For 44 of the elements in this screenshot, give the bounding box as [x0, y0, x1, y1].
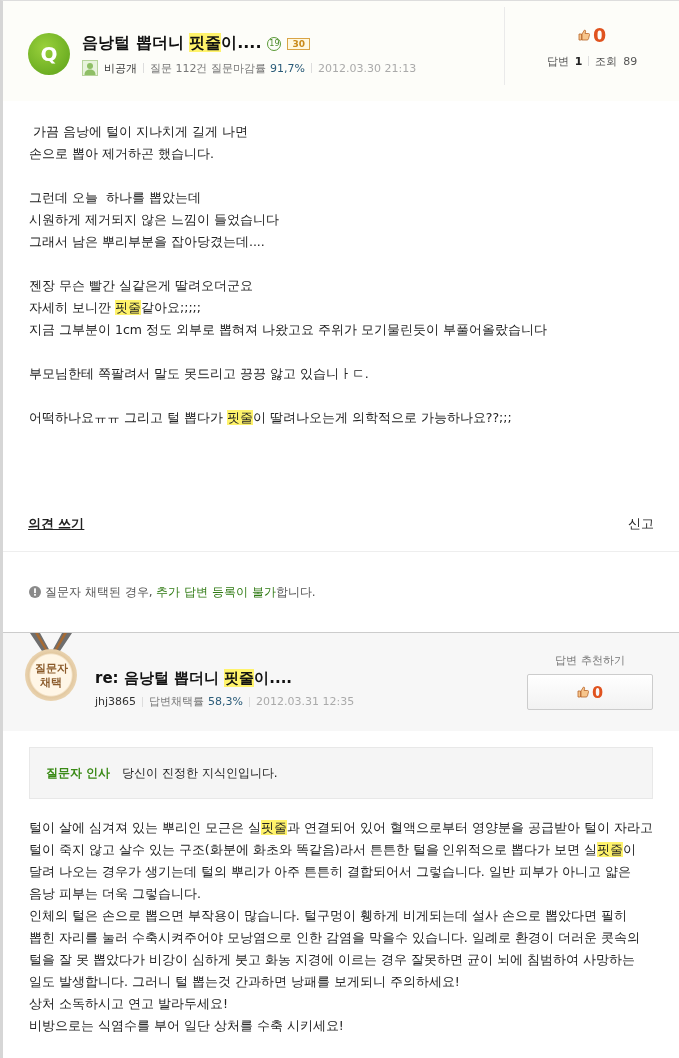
greeting-label: 질문자 인사	[46, 764, 111, 782]
medal-text: 채택	[40, 675, 62, 689]
answer-paragraph: 털이 살에 심겨져 있는 뿌리인 모근은 실 핏줄과 연결되어 있어 혈액으로부터 영양분을 공급받아 털이 자라고 털이 죽지 않고 살수 있는 구조(화분에 화초와 똑같음)라서 튼튼한 털을 인위적으로 뽑다가 보면 실 핏줄이 달려 나오는 경우가 생기는데 털의 뿌리가 아주 튼튼히 결합되어서 그렇습니다. 일반 피부가 아니고 얇은 음낭 피부는 더욱 그렇습니다.	[29, 819, 653, 903]
question-badge-icon: Q	[28, 33, 70, 75]
author-name: 비공개	[104, 60, 137, 76]
greeting-text: 당신이 진정한 지식인입니다.	[122, 764, 278, 782]
answer-rate-label: 답변채택률	[149, 694, 205, 709]
points-badge: 30	[287, 37, 310, 50]
answers-label: 답변	[546, 53, 569, 69]
question-text-line: 자세히 보니깐 핏줄같아요;;;;;	[29, 299, 202, 317]
thumbs-up-icon	[577, 28, 590, 41]
question-text-line: 부모님한테 쪽팔려서 말도 못드리고 끙끙 앓고 있습니ㅏㄷ.	[29, 365, 370, 383]
close-rate: 91,7%	[270, 61, 305, 75]
answer-paragraph: 상처 소독하시고 연고 발라두세요!	[29, 995, 229, 1013]
answer-paragraph: 인체의 털은 손으로 뽑으면 부작용이 많습니다. 털구멍이 휑하게 비게되는데 설사 손으로 뽑았다면 필히 뽑힌 자리를 눌러 수축시켜주어야 모낭염으로 인한 감염을 막을수 있습니다. 일례로 환경이 더러운 콧속의 털을 잘 못 뽑았다가 비강이 심하게 붓고 화농 지경에 이르는 경우 잘못하면 균이 뇌에 침범하여 사망하는 일도 발생합니다. 그러니 털 뽑는것 간과하면 낭패를 보게되니 주의하세요!	[29, 907, 641, 991]
recommend-label: 답변 추천하기	[555, 653, 625, 668]
recommend-button[interactable]: 0	[527, 674, 653, 710]
report-link[interactable]: 신고	[628, 515, 654, 533]
question-text-line: 지금 그부분이 1cm 정도 외부로 뽑혀져 나왔고요 주위가 모기물린듯이 부풀어올랐습니다	[29, 321, 548, 339]
question-text-line: 어떡하나요ㅠㅠ 그리고 털 뽑다가 핏줄이 딸려나오는게 의학적으로 가능하나요??;;;	[29, 409, 513, 427]
medal-text: 질문자	[34, 661, 68, 675]
avatar-icon	[82, 60, 98, 76]
view-count: 89	[623, 54, 638, 68]
question-text-line: 젠장 무슨 빨간 실같은게 딸려오더군요	[29, 277, 254, 295]
question-text-line: 손으로 뽑아 제거하곤 했습니다.	[29, 145, 215, 163]
answer-title: re: 음낭털 뽑더니 핏줄이....	[95, 669, 294, 688]
author-name: jhj3865	[95, 695, 137, 708]
answer-count: 1	[574, 54, 583, 68]
question-stats-label: 질문 112건 질문마감률	[150, 60, 266, 76]
question-text-line: 그런데 오늘 하나를 뽑았는데	[29, 189, 202, 207]
question-text-line: 그래서 남은 뿌리부분을 잡아당겼는데....	[29, 233, 266, 251]
answer-rate: 58,3%	[208, 695, 244, 708]
notice-text: 질문자 채택된 경우, 추가 답변 등록이 불가합니다.	[45, 583, 316, 601]
like-count: 0	[592, 23, 607, 46]
views-label: 조회	[595, 53, 618, 69]
thumbs-up-icon	[576, 686, 589, 698]
post-date: 2012.03.31 12:35	[256, 695, 355, 708]
comment-link[interactable]: 의견 쓰기	[28, 515, 85, 533]
question-title: 음낭털 뽑더니 핏줄이....	[82, 33, 262, 54]
answer-paragraph: 비방으로는 식염수를 부어 일단 상처를 수축 시키세요!	[29, 1017, 345, 1035]
post-date: 2012.03.30 21:13	[317, 61, 417, 75]
question-text-line: 시원하게 제거되지 않은 느낌이 들었습니다	[29, 211, 280, 229]
exclamation-icon	[29, 586, 41, 598]
question-text-line: 가끔 음낭에 털이 지나치게 길게 나면	[31, 123, 249, 141]
